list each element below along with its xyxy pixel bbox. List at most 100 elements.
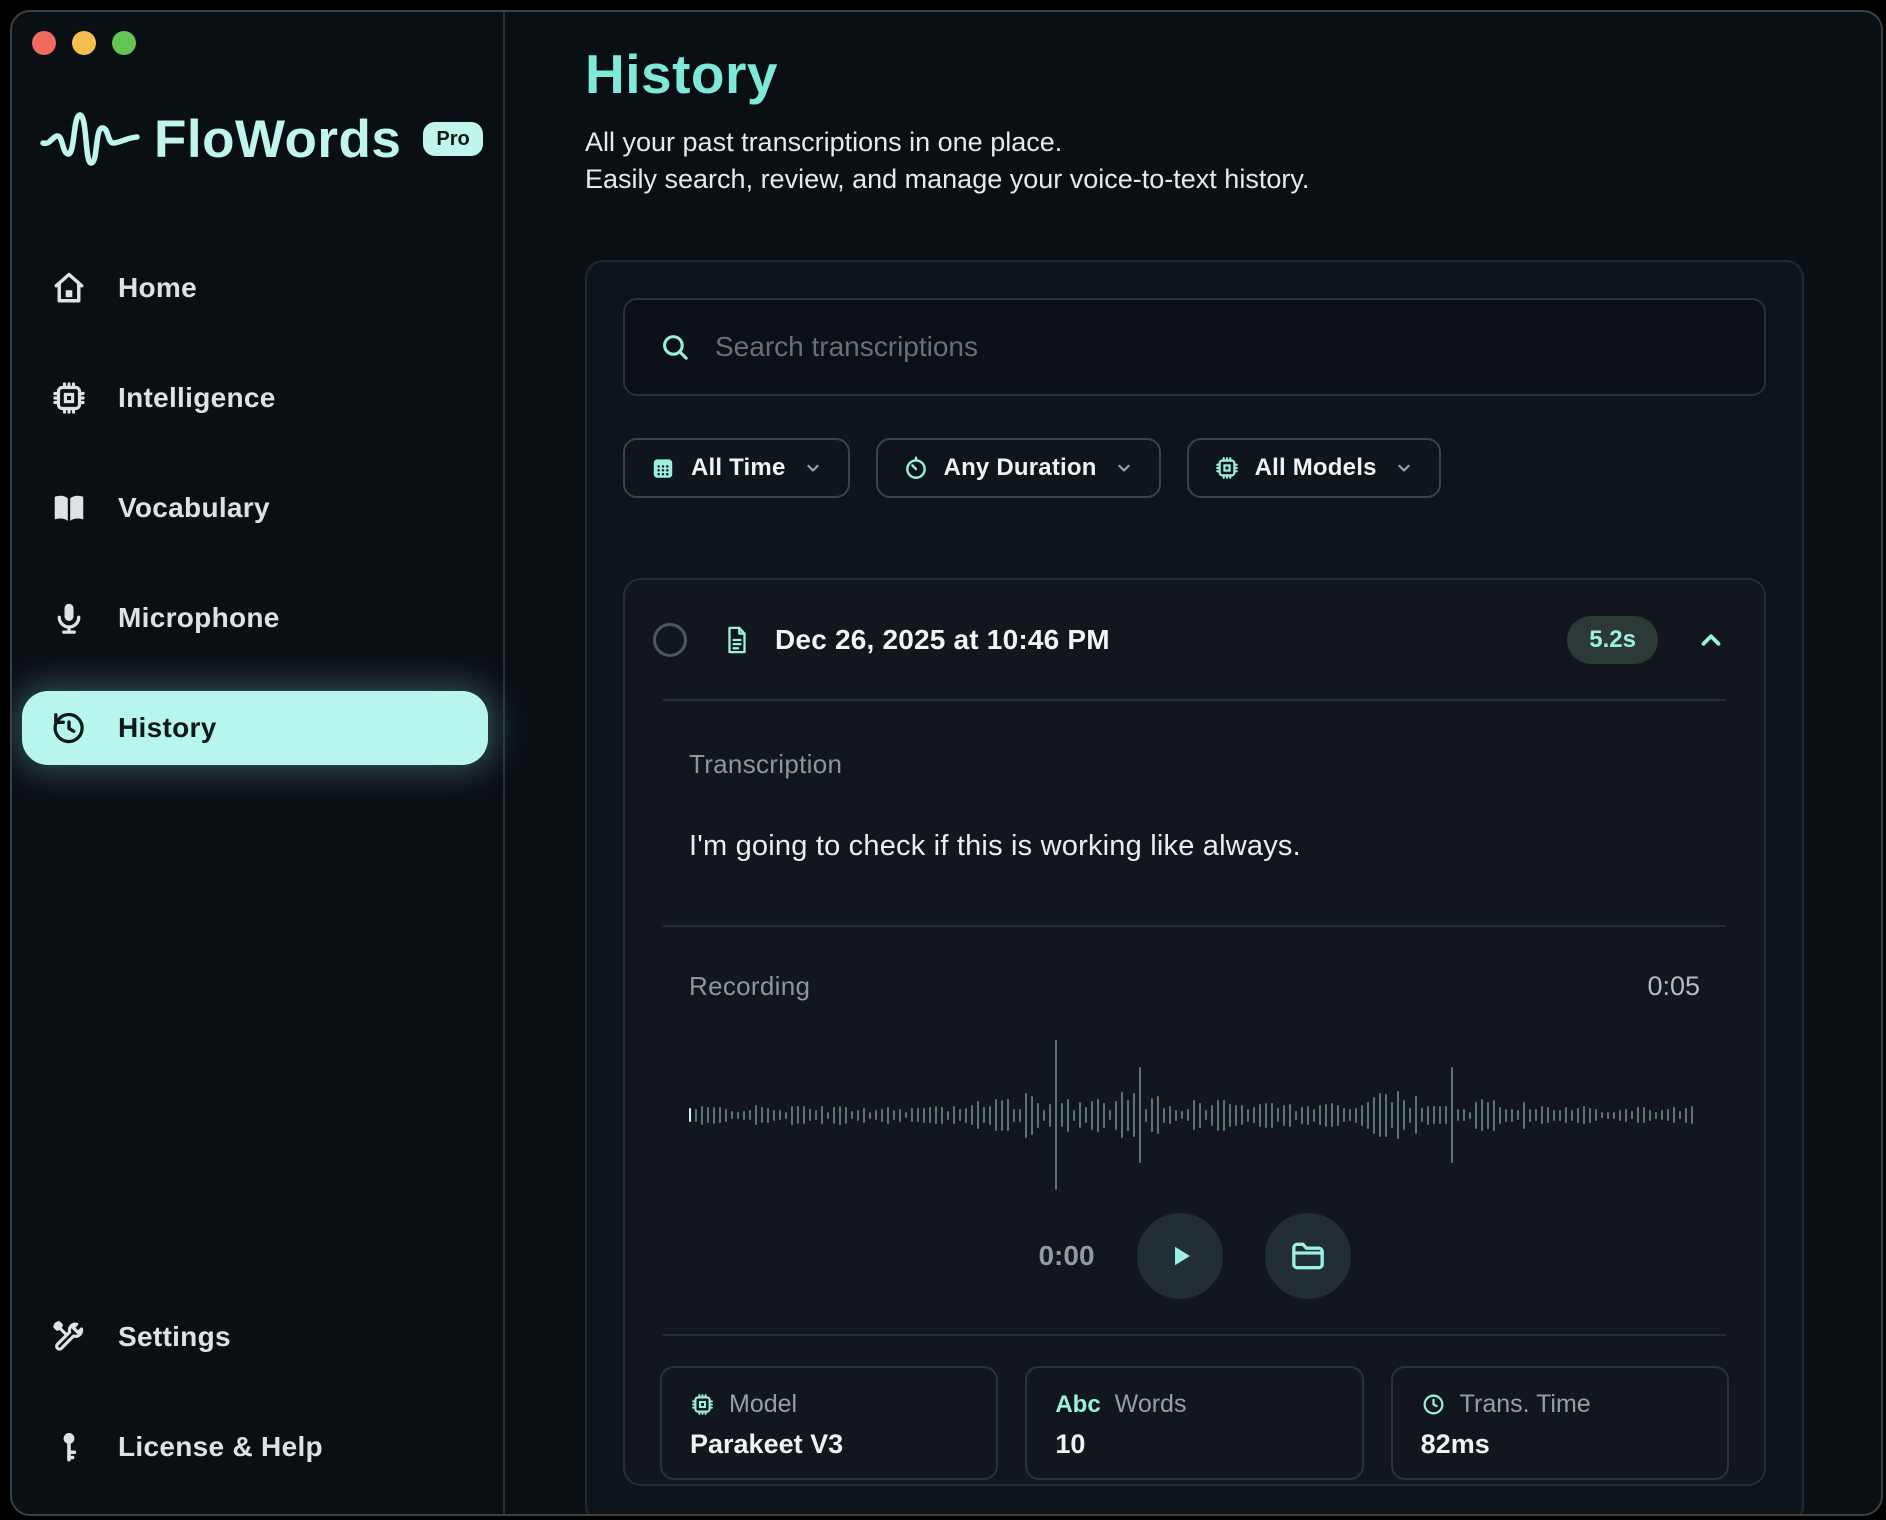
microphone-icon: [50, 599, 88, 637]
stat-model: Model Parakeet V3: [660, 1366, 998, 1480]
waveform-bar: [1283, 1105, 1285, 1126]
waveform-bar: [1265, 1103, 1267, 1128]
waveform-bar: [1511, 1109, 1513, 1122]
stat-label: Model: [729, 1390, 797, 1419]
waveform-bar: [995, 1099, 997, 1131]
waveform-bar: [1619, 1110, 1621, 1121]
page-subtitle: All your past transcriptions in one plac…: [585, 124, 1804, 198]
waveform-bar: [1325, 1104, 1327, 1127]
stat-label: Words: [1115, 1390, 1187, 1419]
waveform-bar: [1235, 1105, 1237, 1126]
waveform-bar: [1343, 1108, 1345, 1122]
transcription-entry-card: Dec 26, 2025 at 10:46 PM 5.2s Transcript…: [623, 578, 1766, 1486]
play-button[interactable]: [1137, 1213, 1223, 1299]
waveform-bar: [701, 1106, 703, 1125]
recording-duration: 0:05: [1647, 971, 1700, 1002]
waveform-bar: [1007, 1099, 1009, 1131]
waveform-bar: [1457, 1109, 1459, 1121]
sidebar-item-history[interactable]: History: [22, 691, 488, 765]
waveform-bar: [755, 1105, 757, 1125]
stat-trans-time: Trans. Time 82ms: [1391, 1366, 1729, 1480]
app-window: FloWords Pro Home Intelligence: [10, 10, 1883, 1516]
chevron-up-icon[interactable]: [1696, 625, 1726, 655]
sidebar-item-vocabulary[interactable]: Vocabulary: [22, 471, 488, 545]
waveform-bar: [977, 1101, 979, 1129]
waveform-bar: [1517, 1110, 1519, 1120]
minimize-button[interactable]: [72, 31, 96, 55]
waveform-bar: [887, 1107, 889, 1124]
zoom-button[interactable]: [112, 31, 136, 55]
open-folder-button[interactable]: [1265, 1213, 1351, 1299]
sidebar-item-label: Home: [118, 272, 197, 304]
sidebar-item-intelligence[interactable]: Intelligence: [22, 361, 488, 435]
waveform-bar: [1649, 1110, 1651, 1121]
subtitle-line-1: All your past transcriptions in one plac…: [585, 127, 1062, 157]
stat-value: Parakeet V3: [690, 1429, 968, 1460]
waveform-bar: [1121, 1092, 1123, 1138]
sidebar-item-license-help[interactable]: License & Help: [22, 1410, 488, 1484]
waveform-bar: [923, 1108, 925, 1123]
entry-header[interactable]: Dec 26, 2025 at 10:46 PM 5.2s: [625, 580, 1764, 699]
waveform-bar: [1151, 1098, 1153, 1132]
waveform-bar: [1193, 1100, 1195, 1130]
sidebar-item-settings[interactable]: Settings: [22, 1300, 488, 1374]
waveform-bar: [1253, 1107, 1255, 1123]
filter-all-time[interactable]: All Time: [623, 438, 850, 498]
waveform-bar: [821, 1106, 823, 1124]
main-content: History All your past transcriptions in …: [505, 12, 1881, 1514]
waveform-bar: [1355, 1108, 1357, 1123]
sidebar-item-home[interactable]: Home: [22, 251, 488, 325]
waveform-bar: [1505, 1109, 1507, 1122]
waveform-bar: [713, 1107, 715, 1124]
close-button[interactable]: [32, 31, 56, 55]
waveform-bar: [1211, 1105, 1213, 1126]
playback-controls: 0:00: [689, 1206, 1700, 1306]
waveform-bar: [1553, 1110, 1555, 1121]
waveform-bar: [1673, 1107, 1675, 1123]
waveform-bar: [971, 1105, 973, 1125]
waveform-bar: [905, 1112, 907, 1118]
abc-icon: Abc: [1055, 1391, 1100, 1419]
waveform-bar: [815, 1110, 817, 1120]
waveform-bar: [1295, 1111, 1297, 1120]
waveform-bar: [1001, 1100, 1003, 1131]
transcription-label: Transcription: [689, 749, 1700, 780]
cpu-icon: [50, 379, 88, 417]
waveform-bar: [809, 1109, 811, 1121]
waveform-bar: [1133, 1093, 1135, 1137]
waveform-bar: [959, 1109, 961, 1121]
waveform-bar: [797, 1106, 799, 1124]
audio-waveform[interactable]: [689, 1030, 1700, 1200]
entry-stats: Model Parakeet V3 Abc Words 10: [625, 1336, 1764, 1480]
waveform-bar: [1367, 1102, 1369, 1129]
waveform-bar: [845, 1107, 847, 1124]
waveform-bar: [1565, 1107, 1567, 1123]
search-icon: [659, 331, 691, 363]
waveform-bar: [1523, 1102, 1525, 1129]
waveform-bar: [1097, 1099, 1099, 1132]
waveform-bar: [1319, 1105, 1321, 1125]
folder-icon: [1288, 1236, 1328, 1276]
sidebar-item-microphone[interactable]: Microphone: [22, 581, 488, 655]
waveform-bar: [1529, 1109, 1531, 1122]
sidebar-item-label: Intelligence: [118, 382, 276, 414]
waveform-bar: [1583, 1106, 1585, 1124]
waveform-bar: [965, 1108, 967, 1123]
waveform-bar: [1469, 1112, 1471, 1119]
waveform-bar: [1073, 1110, 1075, 1121]
waveform-bar: [1421, 1108, 1423, 1122]
chevron-down-icon: [1114, 458, 1134, 478]
select-circle[interactable]: [653, 623, 687, 657]
search-input[interactable]: [715, 331, 1730, 363]
waveform-bar: [1145, 1109, 1147, 1122]
waveform-bar: [1091, 1101, 1093, 1130]
waveform-bar: [1655, 1112, 1657, 1119]
sidebar: FloWords Pro Home Intelligence: [12, 12, 505, 1514]
filter-all-models[interactable]: All Models: [1187, 438, 1441, 498]
waveform-bar: [1391, 1102, 1393, 1128]
filter-any-duration[interactable]: Any Duration: [876, 438, 1161, 498]
subtitle-line-2: Easily search, review, and manage your v…: [585, 164, 1309, 194]
waveform-bar: [1187, 1109, 1189, 1121]
waveform-bar: [1025, 1093, 1027, 1138]
waveform-bar: [1169, 1106, 1171, 1124]
